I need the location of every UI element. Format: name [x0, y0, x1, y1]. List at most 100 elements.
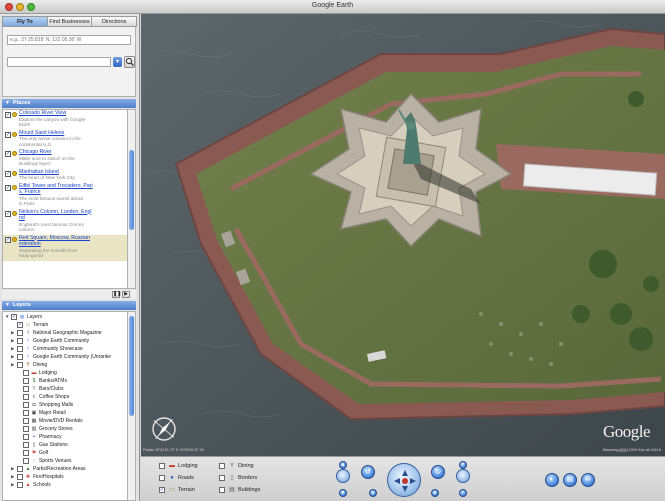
place-item[interactable]: ✓ Red Square, Moscow, Russian ederation Sep… — [3, 234, 127, 261]
search-history-field[interactable] — [7, 57, 111, 67]
layer-item[interactable]: ▼ ✓ ◍ Layers — [3, 313, 127, 321]
layer-item[interactable]: Y Bars/Clubs — [3, 385, 127, 393]
collapse-triangle-icon[interactable]: ▼ — [5, 301, 10, 310]
layer-checkbox[interactable] — [17, 482, 23, 488]
disclosure-triangle-icon[interactable]: ▶ — [11, 473, 14, 481]
layer-checkbox[interactable] — [17, 474, 23, 480]
disclosure-triangle-icon[interactable]: ▶ — [11, 353, 14, 361]
layer-item[interactable]: $ Banks/ATMs — [3, 377, 127, 385]
expanded-triangle-icon[interactable]: ▼ — [5, 313, 9, 321]
place-checkbox[interactable]: ✓ — [5, 112, 11, 118]
layer-item[interactable]: ▶ i National Geographic Magazine — [3, 329, 127, 337]
quick-layer-roads[interactable]: ● Roads — [159, 473, 217, 483]
place-item[interactable]: ✓ Eiffel Tower and Trocadero, Pari s, Fran… — [3, 183, 127, 209]
search-button[interactable] — [124, 56, 135, 68]
layer-item[interactable]: ▶ ▲ Schools — [3, 481, 127, 489]
layer-checkbox[interactable] — [17, 354, 23, 360]
place-item[interactable]: ✓ Nelson's Column, London, Engl nd England'… — [3, 209, 127, 235]
disclosure-triangle-icon[interactable]: ▶ — [11, 345, 14, 353]
layer-checkbox[interactable] — [23, 402, 29, 408]
layer-checkbox[interactable] — [17, 346, 23, 352]
quick-layer-dining[interactable]: Y Dining — [219, 461, 277, 471]
pause-tour-button[interactable]: ❚❚ — [112, 291, 121, 298]
layer-checkbox[interactable] — [23, 418, 29, 424]
layer-checkbox[interactable] — [23, 386, 29, 392]
layers-scroll-thumb[interactable] — [129, 316, 134, 416]
quick-layer-lodging[interactable]: ▬ Lodging — [159, 461, 217, 471]
compass-icon[interactable] — [149, 414, 179, 444]
layer-checkbox[interactable] — [23, 434, 29, 440]
layers-header[interactable]: ▼ Layers — [2, 301, 136, 310]
quick-layer-checkbox[interactable]: ✓ — [159, 487, 165, 493]
print-button[interactable]: ▤ — [563, 473, 577, 487]
place-item[interactable]: ✓ Manhattan Island The heart of New York C… — [3, 169, 127, 183]
places-scroll-thumb[interactable] — [129, 150, 134, 230]
look-around-button[interactable]: ● — [431, 489, 439, 497]
zoom-slider[interactable] — [456, 469, 470, 483]
zoom-in-button[interactable]: + — [459, 461, 467, 469]
layer-checkbox[interactable] — [23, 378, 29, 384]
layer-checkbox[interactable] — [23, 442, 29, 448]
tab-find-businesses[interactable]: Find Businesses — [46, 16, 93, 27]
chevron-down-icon[interactable]: ▾ — [113, 57, 122, 67]
layer-item[interactable]: + Pharmacy — [3, 433, 127, 441]
quick-layer-checkbox[interactable] — [219, 487, 225, 493]
layer-item[interactable]: ▣ Major Retail — [3, 409, 127, 417]
layer-item[interactable]: ▶ Y Dining — [3, 361, 127, 369]
tab-directions[interactable]: Directions — [91, 16, 138, 27]
rotate-reset-button[interactable]: ● — [369, 489, 377, 497]
navigation-joystick[interactable] — [387, 463, 421, 497]
disclosure-triangle-icon[interactable]: ▶ — [11, 329, 14, 337]
place-checkbox[interactable]: ✓ — [5, 184, 11, 191]
place-item[interactable]: ✓ Colorado River View Explore the canyon w… — [3, 110, 127, 130]
place-checkbox[interactable]: ✓ — [5, 151, 11, 157]
layer-item[interactable]: ▶ i Google Earth Community (Unranke — [3, 353, 127, 361]
layer-item[interactable]: ⚑ Golf — [3, 449, 127, 457]
email-button[interactable]: ✉ — [581, 473, 595, 487]
layer-checkbox[interactable]: ✓ — [17, 322, 23, 328]
place-checkbox[interactable]: ✓ — [5, 210, 11, 217]
earth-3d-view[interactable]: Google Pointer 40°41'21.72" N 74°02'40.3… — [141, 14, 665, 456]
tilt-slider[interactable] — [336, 469, 350, 483]
layers-scrollbar[interactable] — [128, 311, 136, 501]
layer-checkbox[interactable] — [23, 410, 29, 416]
quick-layer-terrain[interactable]: ✓ ▭ Terrain — [159, 485, 217, 495]
rotate-right-button[interactable]: ↻ — [431, 465, 445, 479]
search-input[interactable] — [7, 35, 131, 45]
layer-item[interactable]: ▬ Lodging — [3, 369, 127, 377]
place-checkbox[interactable]: ✓ — [5, 236, 11, 243]
layer-item[interactable]: ▶ ✚ Fire/Hospitals — [3, 473, 127, 481]
disclosure-triangle-icon[interactable]: ▶ — [11, 465, 14, 473]
tilt-up-button[interactable]: ▲ — [339, 461, 347, 469]
layer-item[interactable]: ▥ Grocery Stores — [3, 425, 127, 433]
layer-item[interactable]: ▶ i Community Showcase — [3, 345, 127, 353]
layer-checkbox[interactable] — [23, 394, 29, 400]
quick-layer-borders[interactable]: ▯ Borders — [219, 473, 277, 483]
layer-checkbox[interactable] — [17, 330, 23, 336]
disclosure-triangle-icon[interactable]: ▶ — [11, 481, 14, 489]
layer-item[interactable]: ▶ i Google Earth Community — [3, 337, 127, 345]
rotate-left-button[interactable]: ↺ — [361, 465, 375, 479]
place-checkbox[interactable]: ✓ — [5, 131, 11, 138]
layer-checkbox[interactable] — [23, 370, 29, 376]
layer-item[interactable]: ▯ Gas Stations — [3, 441, 127, 449]
layer-item[interactable]: c Coffee Shops — [3, 393, 127, 401]
quick-layer-checkbox[interactable] — [159, 475, 165, 481]
play-tour-button[interactable]: ▶ — [122, 291, 130, 298]
toggle-sidebar-button[interactable]: ◐ — [545, 473, 559, 487]
layer-item[interactable]: ◘ Shopping Malls — [3, 401, 127, 409]
layer-item[interactable]: ✓ ▭ Terrain — [3, 321, 127, 329]
disclosure-triangle-icon[interactable]: ▶ — [11, 361, 14, 369]
layer-item[interactable]: ▶ ▲ Parks/Recreation Areas — [3, 465, 127, 473]
places-scrollbar[interactable] — [128, 109, 136, 289]
quick-layer-checkbox[interactable] — [219, 475, 225, 481]
place-item[interactable]: ✓ Chicago River Make sure to switch on the… — [3, 149, 127, 169]
layer-checkbox[interactable] — [17, 338, 23, 344]
places-header[interactable]: ▼ Places — [2, 99, 136, 108]
quick-layer-checkbox[interactable] — [219, 463, 225, 469]
quick-layer-checkbox[interactable] — [159, 463, 165, 469]
layer-checkbox[interactable] — [17, 362, 23, 368]
layer-checkbox[interactable] — [23, 450, 29, 456]
layer-item[interactable]: ◌ Sports Venues — [3, 457, 127, 465]
layer-checkbox[interactable] — [23, 426, 29, 432]
